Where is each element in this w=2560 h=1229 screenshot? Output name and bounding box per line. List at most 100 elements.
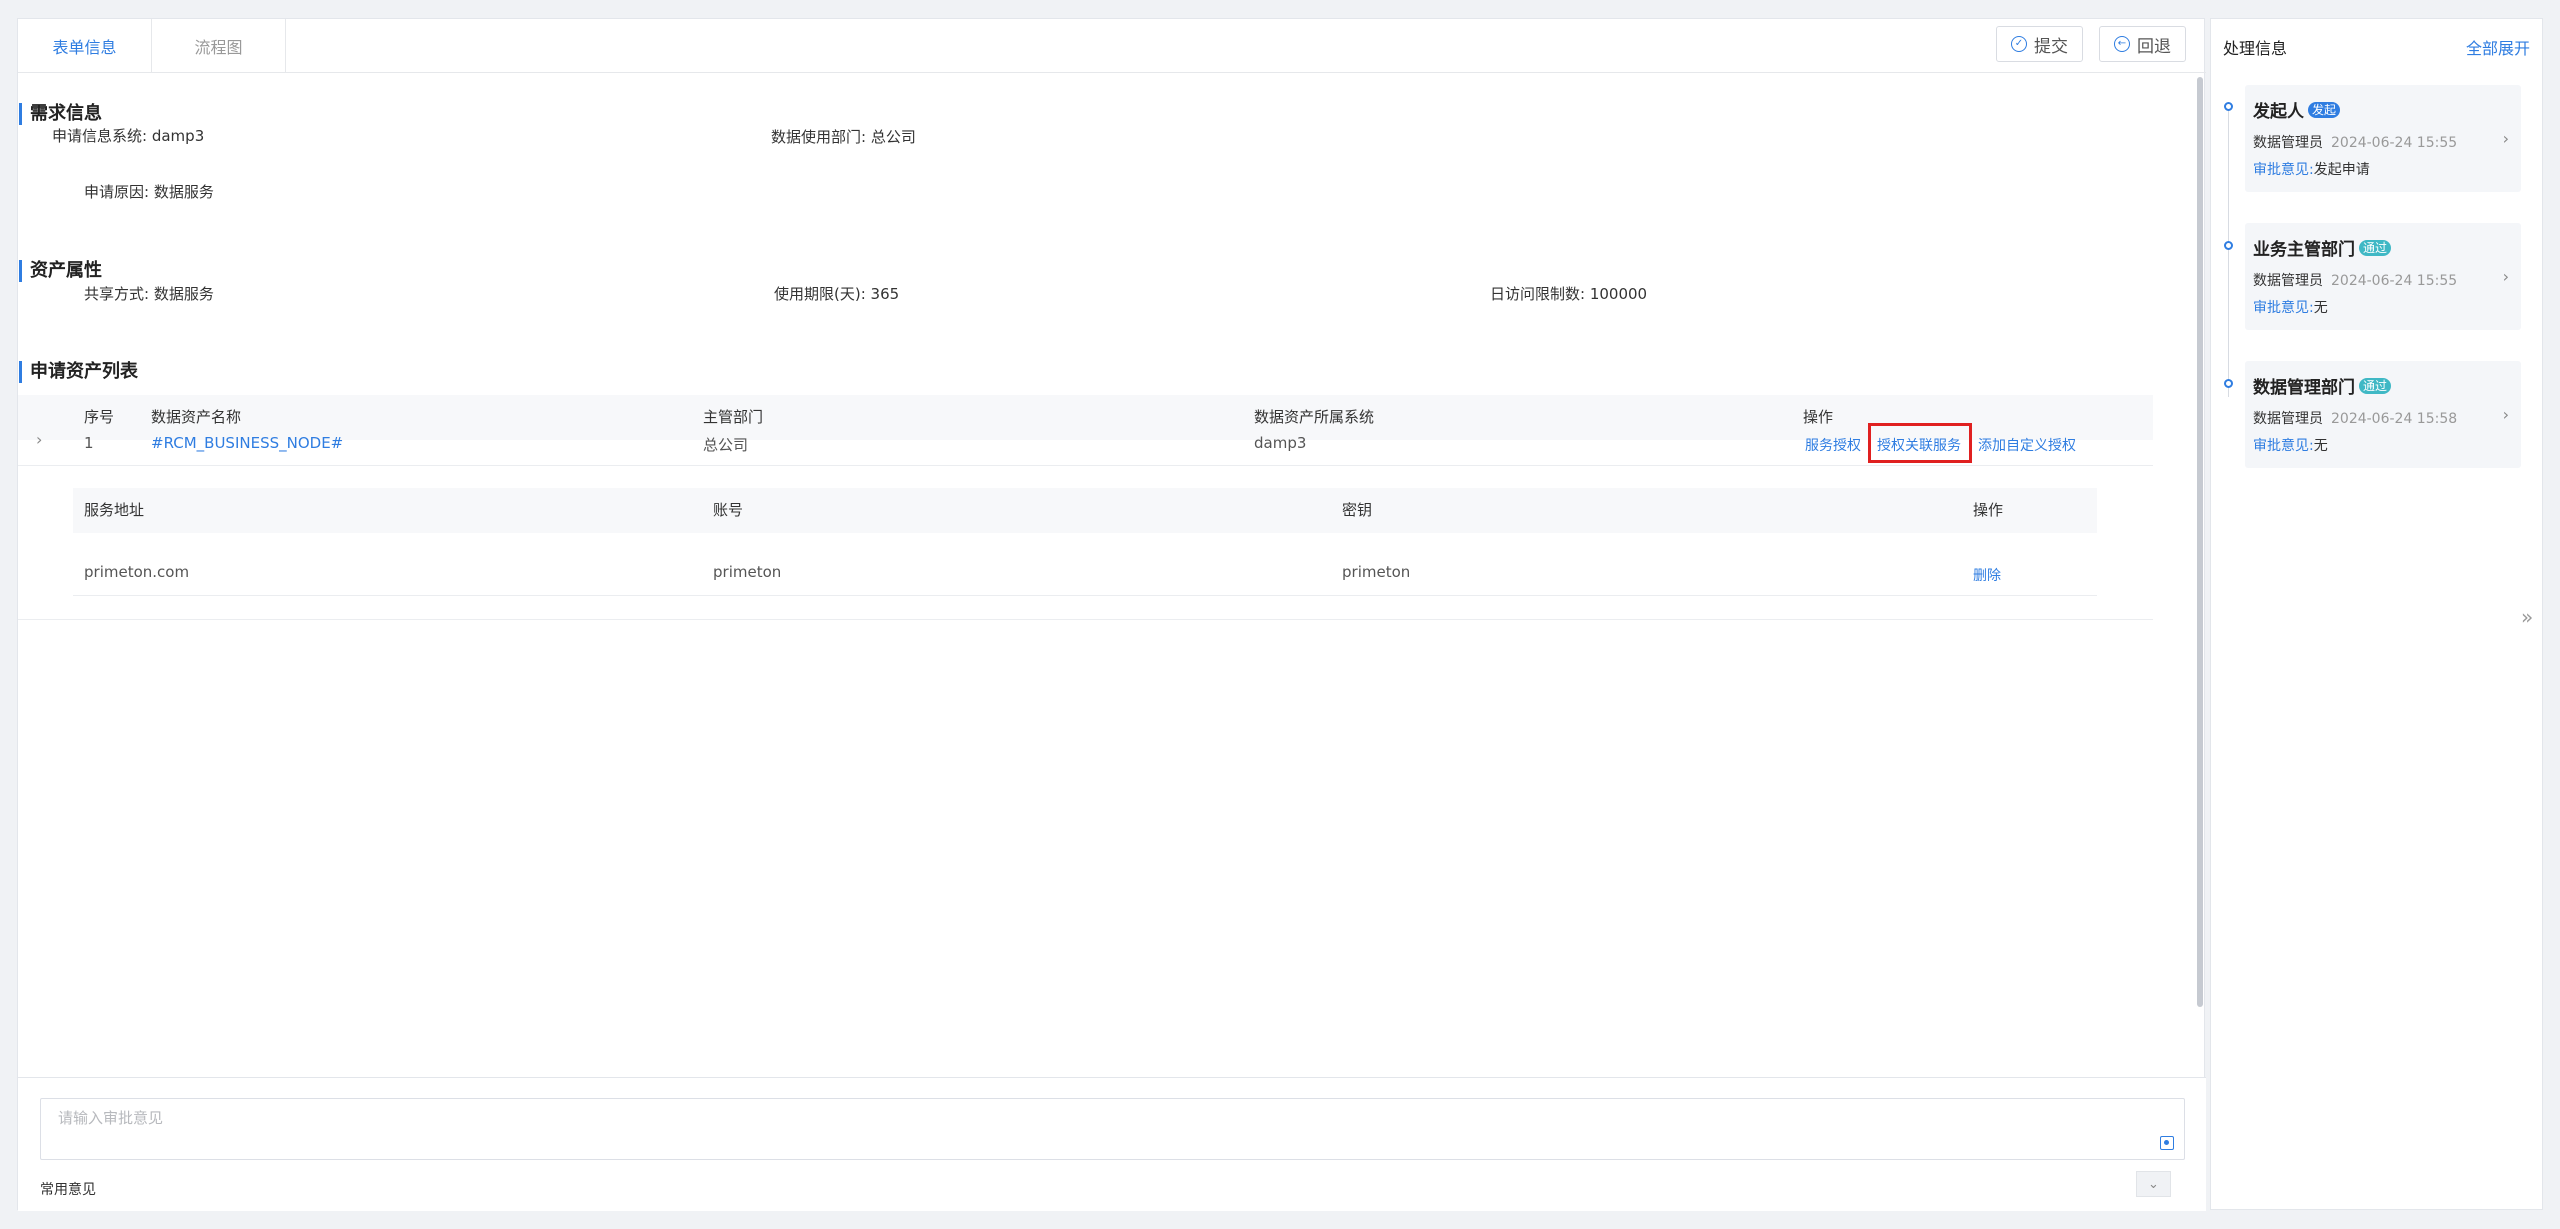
col-address: 服务地址 <box>84 501 145 519</box>
card-opinion-value: 无 <box>2313 438 2328 454</box>
expand-all-link[interactable]: 全部展开 <box>2466 35 2530 59</box>
field-reason: 申请原因: 数据服务 <box>84 181 214 202</box>
field-limit: 日访问限制数: 100000 <box>1490 283 1647 304</box>
back-button[interactable]: ← 回退 <box>2099 26 2186 62</box>
add-custom-auth-link[interactable]: 添加自定义授权 <box>1978 435 2076 455</box>
field-limit-label: 日访问限制数: <box>1490 285 1586 303</box>
process-info-title: 处理信息 <box>2223 39 2288 58</box>
card-user: 数据管理员 2024-06-24 15:55 <box>2253 270 2457 290</box>
process-card-business-dept[interactable]: 业务主管部门 通过 数据管理员 2024-06-24 15:55 审批意见:无 › <box>2245 223 2521 330</box>
form-content: 需求信息 申请信息系统: damp3 数据使用部门: 总公司 申请原因: 数据服… <box>18 73 2206 1093</box>
card-time: 2024-06-24 15:58 <box>2331 411 2458 427</box>
status-badge: 发起 <box>2308 101 2341 118</box>
service-auth-link[interactable]: 服务授权 <box>1805 435 1861 455</box>
submit-button[interactable]: ✓ 提交 <box>1996 26 2083 62</box>
card-user-name: 数据管理员 <box>2253 135 2323 151</box>
opinion-input[interactable] <box>40 1098 2185 1160</box>
card-opinion: 审批意见:无 <box>2253 435 2328 455</box>
card-opinion-label: 审批意见: <box>2253 300 2314 316</box>
row-system: damp3 <box>1254 434 1307 452</box>
row-dept: 总公司 <box>703 436 749 454</box>
tab-flowchart[interactable]: 流程图 <box>152 19 286 72</box>
chevron-down-icon: ⌄ <box>2148 1176 2159 1192</box>
col-sub-actions: 操作 <box>1973 501 2004 519</box>
field-reason-label: 申请原因: <box>84 183 150 201</box>
timeline-dot <box>2224 379 2233 388</box>
submit-label: 提交 <box>2034 36 2068 57</box>
asset-name-link[interactable]: #RCM_BUSINESS_NODE# <box>151 434 343 452</box>
chevron-right-icon: › <box>2502 267 2509 286</box>
card-title: 发起人 发起 <box>2253 97 2341 122</box>
card-user: 数据管理员 2024-06-24 15:58 <box>2253 408 2457 428</box>
chevron-right-icon[interactable]: › <box>36 430 42 449</box>
field-period-label: 使用期限(天): <box>774 285 866 303</box>
col-actions: 操作 <box>1803 408 1834 426</box>
service-address: primeton.com <box>84 563 190 581</box>
section-title-asset-list: 申请资产列表 <box>19 361 138 383</box>
card-time: 2024-06-24 15:55 <box>2331 135 2458 151</box>
card-opinion: 审批意见:发起申请 <box>2253 159 2370 179</box>
card-opinion-value: 无 <box>2313 300 2328 316</box>
card-opinion-value: 发起申请 <box>2313 162 2370 178</box>
timeline-line <box>2228 107 2229 397</box>
tab-form-info[interactable]: 表单信息 <box>18 19 152 72</box>
process-card-data-dept[interactable]: 数据管理部门 通过 数据管理员 2024-06-24 15:58 审批意见:无 › <box>2245 361 2521 468</box>
card-user-name: 数据管理员 <box>2253 273 2323 289</box>
field-dept-value: 总公司 <box>870 128 916 146</box>
common-opinion-label: 常用意见 <box>40 1182 96 1198</box>
field-reason-value: 数据服务 <box>153 183 214 201</box>
field-share-label: 共享方式: <box>84 285 150 303</box>
back-arrow-icon: ← <box>2114 36 2130 52</box>
row-divider <box>18 619 2153 620</box>
chevron-right-icon: › <box>2502 405 2509 424</box>
field-system-value: damp3 <box>151 127 205 145</box>
status-badge: 通过 <box>2359 239 2392 256</box>
chevron-right-icon: › <box>2502 129 2509 148</box>
card-time: 2024-06-24 15:55 <box>2331 273 2458 289</box>
row-divider <box>73 595 2097 596</box>
opinion-area: 常用意见 ⌄ <box>18 1077 2206 1211</box>
section-title-asset-attr: 资产属性 <box>19 260 102 282</box>
card-opinion-label: 审批意见: <box>2253 162 2314 178</box>
card-title-text: 数据管理部门 <box>2253 378 2355 398</box>
collapse-side-icon[interactable]: » <box>2521 605 2533 629</box>
field-limit-value: 100000 <box>1589 285 1648 303</box>
scrollbar[interactable] <box>2197 77 2203 1007</box>
field-period-value: 365 <box>870 285 900 303</box>
timeline-dot <box>2224 102 2233 111</box>
back-label: 回退 <box>2137 36 2171 57</box>
process-info-panel: 处理信息 全部展开 发起人 发起 数据管理员 2024-06-24 15:55 审… <box>2210 18 2543 1210</box>
service-secret: primeton <box>1342 563 1411 581</box>
card-opinion-label: 审批意见: <box>2253 438 2314 454</box>
timeline-dot <box>2224 241 2233 250</box>
field-dept: 数据使用部门: 总公司 <box>771 126 916 147</box>
field-dept-label: 数据使用部门: <box>771 128 867 146</box>
section-title-demand: 需求信息 <box>19 103 102 125</box>
field-system-label: 申请信息系统: <box>52 127 148 145</box>
card-title: 数据管理部门 通过 <box>2253 373 2392 398</box>
common-opinion-dropdown[interactable]: ⌄ <box>2136 1171 2171 1197</box>
status-badge: 通过 <box>2359 377 2392 394</box>
service-table-header: 服务地址 账号 密钥 操作 <box>73 488 2097 533</box>
col-secret: 密钥 <box>1342 501 1373 519</box>
row-index: 1 <box>84 434 94 452</box>
delete-link[interactable]: 删除 <box>1973 565 2001 585</box>
process-card-initiator[interactable]: 发起人 发起 数据管理员 2024-06-24 15:55 审批意见:发起申请 › <box>2245 85 2521 192</box>
card-user: 数据管理员 2024-06-24 15:55 <box>2253 132 2457 152</box>
field-share: 共享方式: 数据服务 <box>84 283 214 304</box>
tab-bar: 表单信息 流程图 <box>18 19 286 73</box>
card-opinion: 审批意见:无 <box>2253 297 2328 317</box>
field-share-value: 数据服务 <box>153 285 214 303</box>
field-system: 申请信息系统: damp3 <box>52 125 204 146</box>
row-divider <box>18 465 2153 466</box>
highlight-box <box>1868 423 1972 463</box>
col-account: 账号 <box>713 501 744 519</box>
service-account: primeton <box>713 563 782 581</box>
card-user-name: 数据管理员 <box>2253 411 2323 427</box>
check-circle-icon: ✓ <box>2011 36 2027 52</box>
main-panel: 表单信息 流程图 ✓ 提交 ← 回退 需求信息 申请信息系统: damp3 数据… <box>17 18 2206 1211</box>
user-card-icon[interactable] <box>2160 1136 2174 1150</box>
card-title-text: 业务主管部门 <box>2253 240 2355 260</box>
card-title-text: 发起人 <box>2253 102 2304 122</box>
card-title: 业务主管部门 通过 <box>2253 235 2392 260</box>
